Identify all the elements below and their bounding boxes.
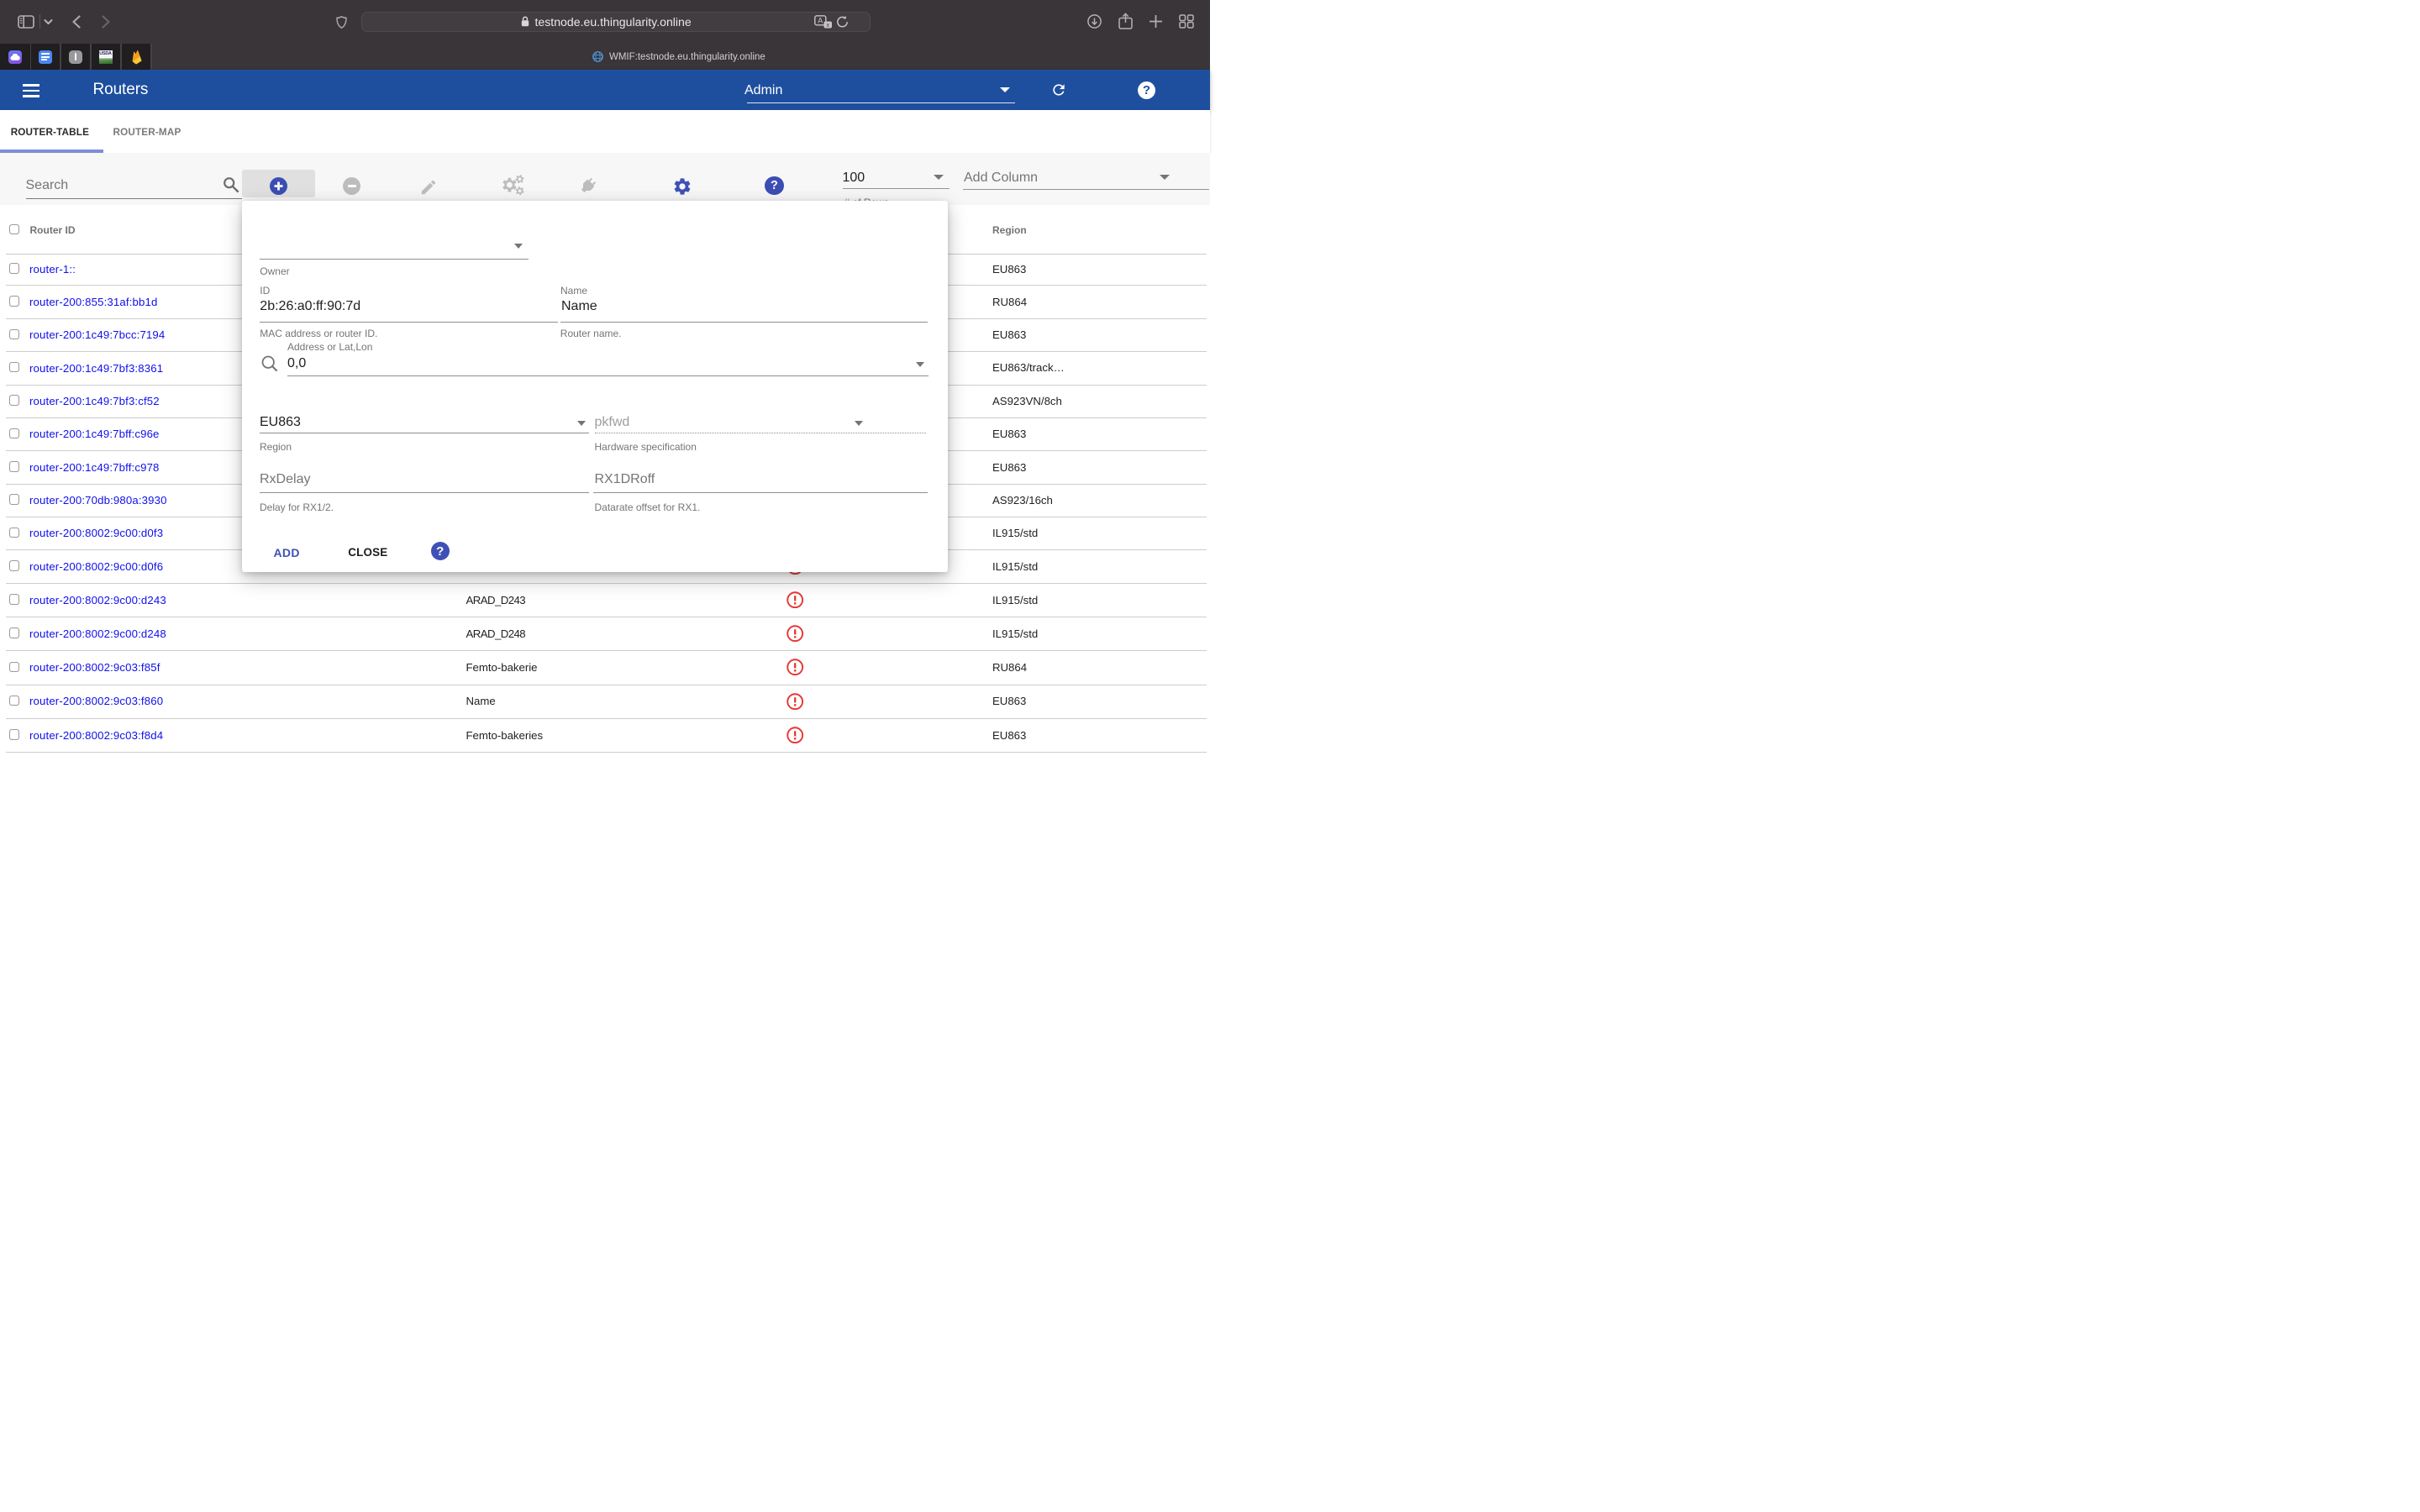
svg-text:A: A (818, 17, 823, 25)
svg-text:x: x (826, 23, 829, 29)
